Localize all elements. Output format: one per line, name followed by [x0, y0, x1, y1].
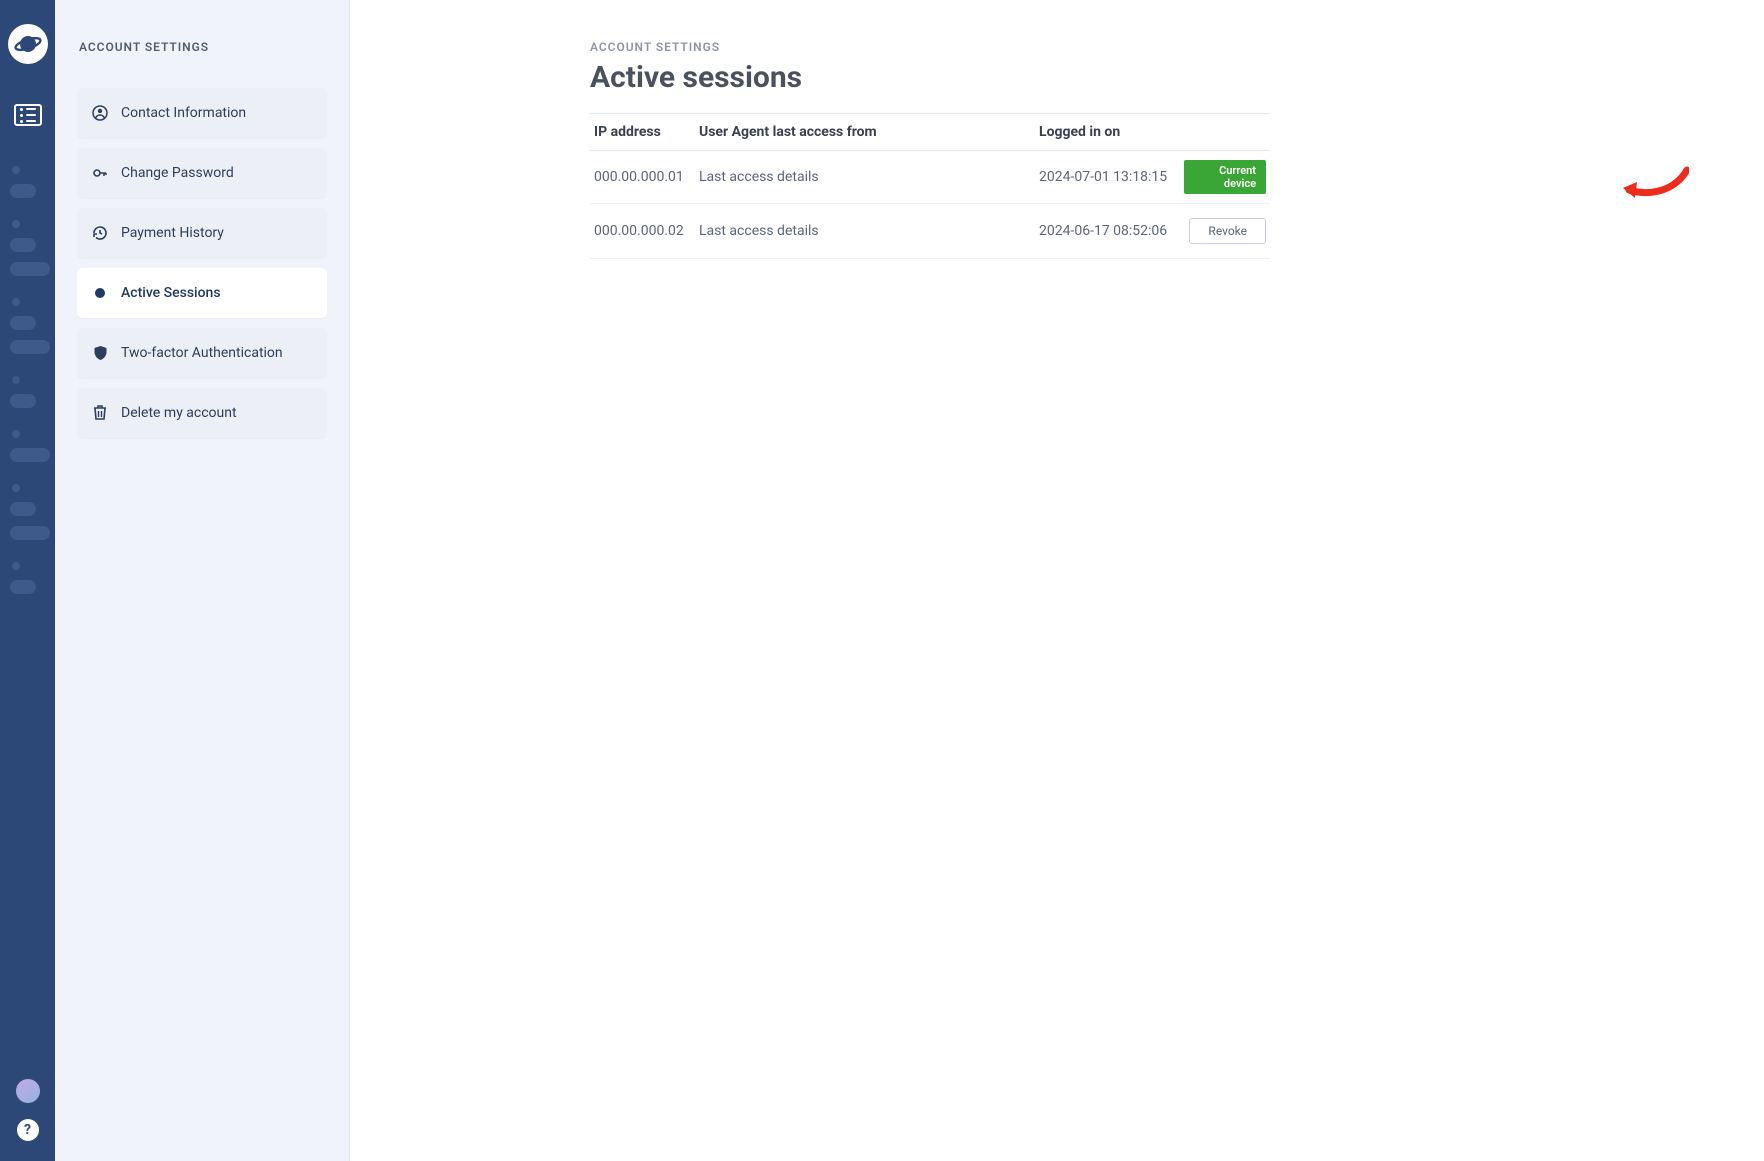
sidebar-item-label: Payment History [121, 225, 224, 241]
th-ua: User Agent last access from [695, 114, 1035, 151]
sidebar-item-label: Delete my account [121, 405, 237, 421]
th-ip: IP address [590, 114, 695, 151]
rail-skeleton [0, 166, 55, 594]
sidebar-item-contact-info[interactable]: Contact Information [77, 88, 327, 138]
trash-icon [91, 405, 109, 421]
key-icon [91, 165, 109, 181]
sidebar-item-label: Active Sessions [121, 285, 221, 301]
user-circle-icon [91, 105, 109, 121]
page-title: Active sessions [590, 60, 1764, 95]
planet-icon [14, 30, 42, 58]
sidebar-item-label: Two-factor Authentication [121, 345, 283, 361]
sidebar-item-change-password[interactable]: Change Password [77, 148, 327, 198]
th-login: Logged in on [1035, 114, 1180, 151]
history-icon [91, 225, 109, 241]
sessions-table: IP address User Agent last access from L… [590, 113, 1270, 259]
revoke-button[interactable]: Revoke [1189, 218, 1266, 244]
sidebar-item-two-factor[interactable]: Two-factor Authentication [77, 328, 327, 378]
cell-ip: 000.00.000.01 [590, 151, 695, 204]
main-content: ACCOUNT SETTINGS Active sessions IP addr… [350, 0, 1764, 1161]
sidebar-item-label: Change Password [121, 165, 234, 181]
breadcrumb: ACCOUNT SETTINGS [590, 40, 1764, 54]
cell-ua: Last access details [695, 151, 1035, 204]
sidebar-item-active-sessions[interactable]: Active Sessions [77, 268, 327, 318]
cell-ip: 000.00.000.02 [590, 204, 695, 259]
table-row: 000.00.000.02 Last access details 2024-0… [590, 204, 1270, 259]
avatar[interactable] [16, 1079, 40, 1103]
sidebar-item-payment-history[interactable]: Payment History [77, 208, 327, 258]
settings-sidebar: ACCOUNT SETTINGS Contact Information Cha… [55, 0, 350, 1161]
cell-login: 2024-07-01 13:18:15 [1035, 151, 1180, 204]
sidebar-item-label: Contact Information [121, 105, 246, 121]
th-action [1180, 114, 1270, 151]
sidebar-item-delete-account[interactable]: Delete my account [77, 388, 327, 438]
dot-icon [91, 286, 109, 300]
current-device-badge: Current device [1184, 160, 1266, 194]
sidebar-heading: ACCOUNT SETTINGS [79, 40, 327, 54]
table-row: 000.00.000.01 Last access details 2024-0… [590, 151, 1270, 204]
cell-ua: Last access details [695, 204, 1035, 259]
shield-icon [91, 345, 109, 361]
app-logo[interactable] [8, 24, 48, 64]
help-icon[interactable]: ? [17, 1119, 39, 1141]
app-rail: ? [0, 0, 55, 1161]
annotation-arrow [1619, 164, 1689, 204]
cell-login: 2024-06-17 08:52:06 [1035, 204, 1180, 259]
list-icon[interactable] [14, 104, 42, 126]
